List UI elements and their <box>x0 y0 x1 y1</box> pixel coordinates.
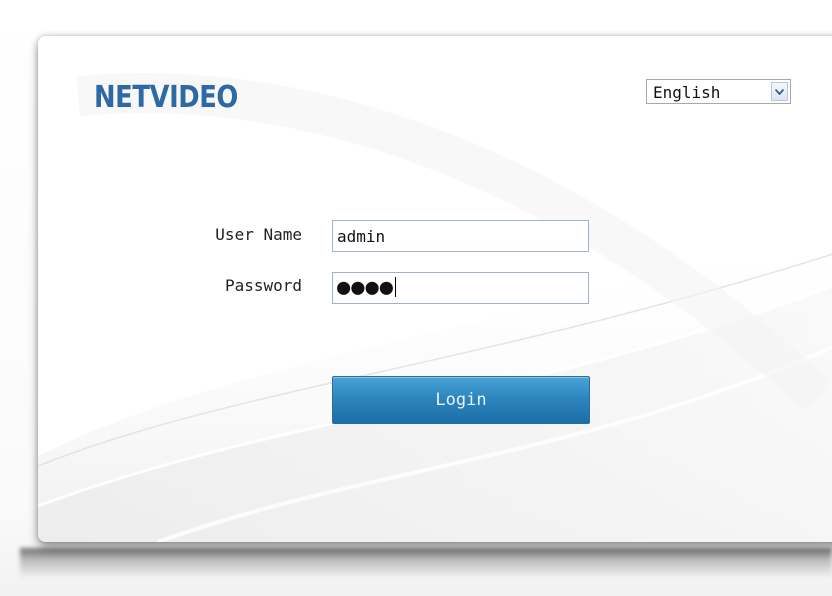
panel-shadow <box>20 548 832 578</box>
language-select[interactable]: English <box>646 79 791 104</box>
username-value: admin <box>337 227 386 246</box>
language-selected-value: English <box>653 83 721 102</box>
login-button[interactable]: Login <box>332 376 590 424</box>
chevron-down-glyph <box>775 88 784 95</box>
username-field[interactable]: admin <box>332 220 589 252</box>
password-field[interactable]: ●●●● <box>332 272 589 304</box>
brand-logo: NETVIDEO <box>94 80 238 115</box>
password-label: Password <box>224 276 302 295</box>
chevron-down-icon[interactable] <box>771 82 788 101</box>
username-label: User Name <box>215 225 302 244</box>
password-masked-value: ●●●● <box>337 275 394 300</box>
text-caret <box>394 277 396 297</box>
login-panel: NETVIDEO English User Name admin Passwor… <box>38 36 832 542</box>
page-background: NETVIDEO English User Name admin Passwor… <box>0 0 832 596</box>
